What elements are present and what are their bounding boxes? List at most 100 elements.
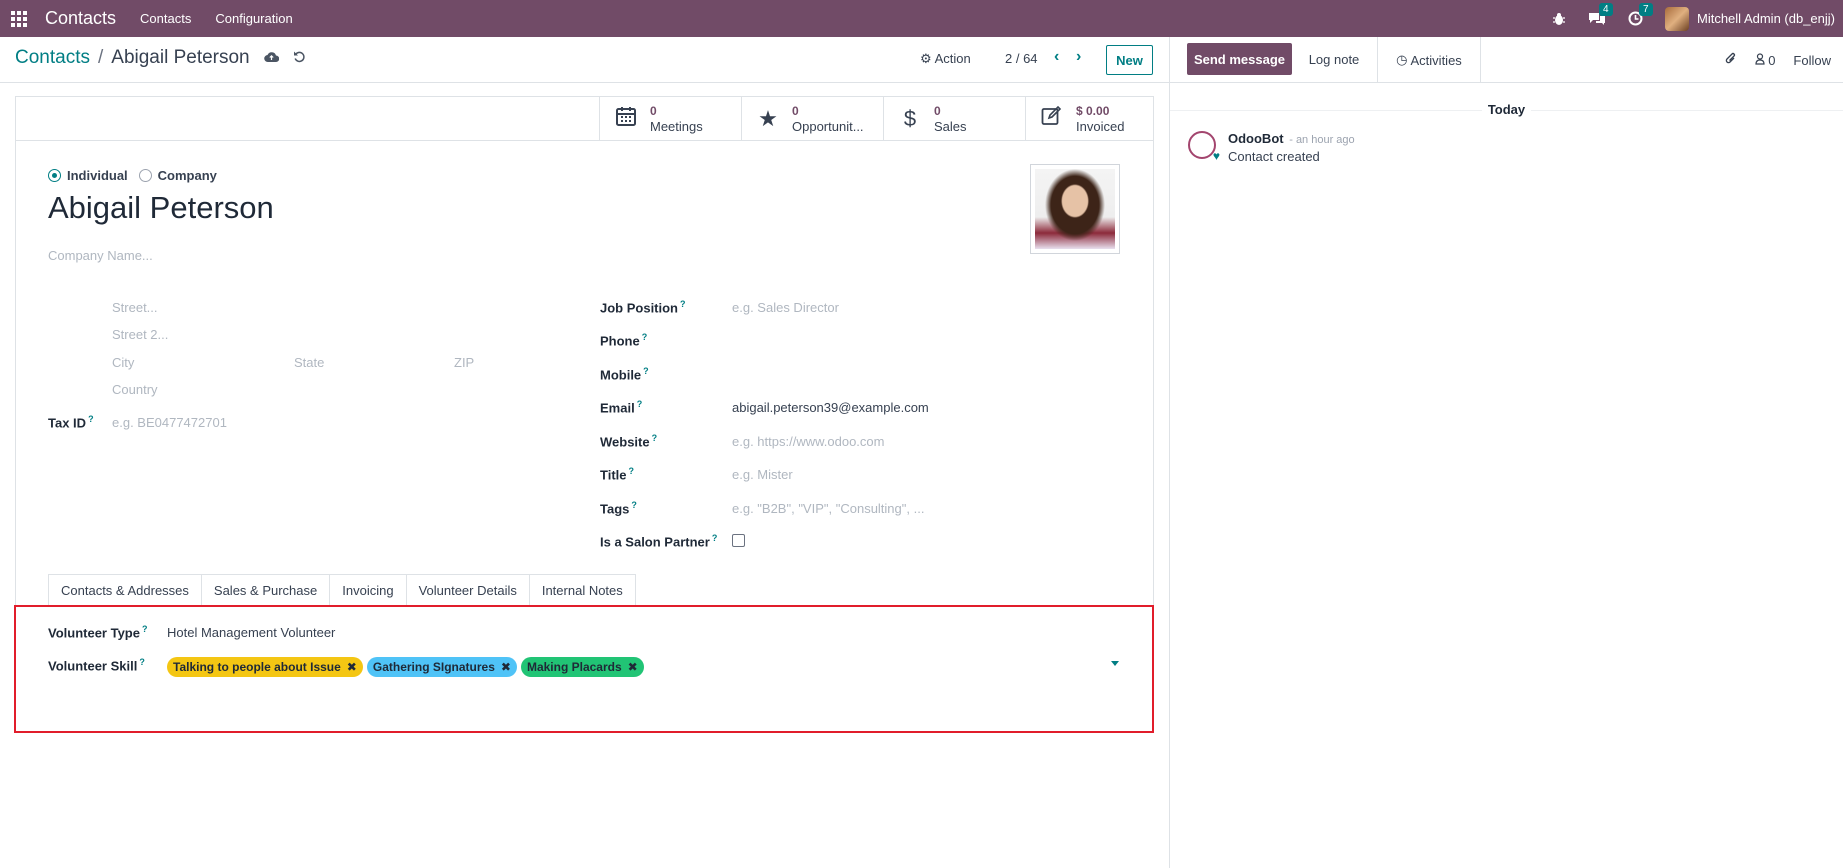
breadcrumb: Contacts / Abigail Peterson bbox=[15, 47, 306, 69]
remove-tag-icon[interactable]: ✖ bbox=[347, 660, 357, 674]
tab-invoicing[interactable]: Invoicing bbox=[329, 574, 407, 605]
remove-tag-icon[interactable]: ✖ bbox=[628, 660, 638, 674]
skill-dropdown-caret-icon[interactable] bbox=[1111, 661, 1119, 666]
opportunities-smart-button[interactable]: ★ 0 Opportunit... bbox=[741, 97, 883, 141]
pager-previous-icon[interactable]: ‹ bbox=[1054, 48, 1059, 66]
follow-button[interactable]: Follow bbox=[1793, 53, 1831, 68]
zip-input[interactable]: ZIP bbox=[454, 355, 474, 370]
salon-partner-label: Is a Salon Partner? bbox=[600, 533, 718, 550]
tax-id-label: Tax ID? bbox=[48, 414, 94, 431]
phone-label: Phone? bbox=[600, 332, 648, 349]
state-select[interactable]: State bbox=[294, 355, 324, 370]
activities-clock-icon[interactable]: 7 bbox=[1628, 3, 1653, 26]
form-view: 0 Meetings ★ 0 Opportunit... $ 0 Sales $… bbox=[0, 84, 1169, 868]
street2-input[interactable]: Street 2... bbox=[112, 327, 168, 342]
top-navbar: Contacts Contacts Configuration 4 7 Mitc… bbox=[0, 0, 1843, 37]
gear-icon: ⚙ bbox=[920, 51, 932, 66]
sales-smart-button[interactable]: $ 0 Sales bbox=[883, 97, 1025, 141]
log-note-button[interactable]: Log note bbox=[1298, 43, 1370, 75]
meetings-label: Meetings bbox=[650, 119, 703, 134]
notebook-tabs: Contacts & Addresses Sales & Purchase In… bbox=[48, 574, 1138, 606]
chatter-topbar: Send message Log note ◷ Activities 0 Fol… bbox=[1170, 37, 1843, 83]
remove-tag-icon[interactable]: ✖ bbox=[501, 660, 511, 674]
user-menu[interactable]: Mitchell Admin (db_enjj) bbox=[1697, 11, 1835, 26]
pager-next-icon[interactable]: › bbox=[1076, 48, 1081, 66]
activities-button[interactable]: ◷ Activities bbox=[1377, 37, 1481, 83]
tax-id-input[interactable]: e.g. BE0477472701 bbox=[112, 415, 227, 430]
followers-count: 0 bbox=[1768, 53, 1776, 68]
company-radio[interactable] bbox=[138, 169, 152, 182]
tags-label: Tags? bbox=[600, 500, 637, 517]
tab-contacts-addresses[interactable]: Contacts & Addresses bbox=[48, 574, 202, 605]
messages-icon[interactable]: 4 bbox=[1588, 3, 1613, 26]
company-label[interactable]: Company bbox=[158, 168, 217, 183]
pager-value[interactable]: 2 / 64 bbox=[1005, 51, 1038, 66]
app-brand[interactable]: Contacts bbox=[45, 8, 116, 29]
message-time: - an hour ago bbox=[1289, 134, 1355, 146]
clock-icon: ◷ bbox=[1396, 52, 1408, 67]
chatter-right-actions: 0 Follow bbox=[1725, 52, 1831, 69]
calendar-icon bbox=[610, 105, 642, 133]
tab-internal-notes[interactable]: Internal Notes bbox=[528, 574, 636, 605]
tags-input[interactable]: e.g. "B2B", "VIP", "Consulting", ... bbox=[732, 501, 924, 516]
tab-sales-purchase[interactable]: Sales & Purchase bbox=[200, 574, 331, 605]
dollar-icon: $ bbox=[903, 106, 917, 131]
partner-name-input[interactable]: Abigail Peterson bbox=[48, 190, 274, 226]
city-input[interactable]: City bbox=[112, 355, 134, 370]
user-avatar[interactable] bbox=[1664, 6, 1689, 31]
company-name-input[interactable]: Company Name... bbox=[48, 248, 153, 263]
menu-configuration[interactable]: Configuration bbox=[215, 11, 292, 26]
mobile-label: Mobile? bbox=[600, 366, 649, 383]
odoobot-avatar bbox=[1188, 131, 1220, 163]
job-position-input[interactable]: e.g. Sales Director bbox=[732, 300, 839, 315]
individual-radio[interactable] bbox=[48, 169, 61, 182]
user-icon bbox=[1754, 53, 1769, 68]
salon-partner-checkbox[interactable] bbox=[732, 534, 745, 547]
message-body: Contact created bbox=[1228, 149, 1320, 164]
skill-tag[interactable]: Making Placards ✖ bbox=[520, 657, 644, 677]
edit-icon bbox=[1036, 105, 1068, 132]
avatar-image bbox=[1035, 169, 1115, 249]
skill-tag[interactable]: Talking to people about Issue ✖ bbox=[167, 657, 363, 677]
message-author[interactable]: OdooBot bbox=[1228, 131, 1284, 146]
meetings-smart-button[interactable]: 0 Meetings bbox=[599, 97, 741, 141]
email-label: Email? bbox=[600, 399, 643, 416]
followers-button[interactable]: 0 bbox=[1754, 53, 1776, 68]
title-label: Title? bbox=[600, 466, 634, 483]
volunteer-skill-tags[interactable]: Talking to people about Issue ✖ Gathering… bbox=[167, 657, 648, 677]
email-input[interactable]: abigail.peterson39@example.com bbox=[732, 400, 929, 415]
send-message-button[interactable]: Send message bbox=[1187, 43, 1292, 75]
tab-volunteer-details[interactable]: Volunteer Details bbox=[405, 574, 530, 606]
discard-undo-icon[interactable] bbox=[293, 50, 306, 66]
new-button[interactable]: New bbox=[1106, 45, 1153, 75]
messages-count-badge: 4 bbox=[1598, 3, 1613, 16]
menu-contacts[interactable]: Contacts bbox=[140, 11, 191, 26]
breadcrumb-contacts-link[interactable]: Contacts bbox=[15, 47, 90, 69]
sales-label: Sales bbox=[934, 119, 967, 134]
invoiced-label: Invoiced bbox=[1076, 119, 1125, 134]
debug-bug-icon[interactable] bbox=[1552, 12, 1566, 26]
date-separator: Today bbox=[1170, 102, 1843, 117]
street-input[interactable]: Street... bbox=[112, 300, 158, 315]
save-cloud-icon[interactable] bbox=[263, 50, 279, 66]
partner-photo[interactable] bbox=[1030, 164, 1120, 254]
breadcrumb-separator: / bbox=[97, 47, 104, 68]
action-menu-button[interactable]: ⚙ Action bbox=[920, 51, 971, 67]
paperclip-icon[interactable] bbox=[1725, 52, 1737, 69]
company-type-radio-group: Individual Company bbox=[48, 168, 217, 183]
website-input[interactable]: e.g. https://www.odoo.com bbox=[732, 434, 884, 449]
website-label: Website? bbox=[600, 433, 658, 450]
individual-label[interactable]: Individual bbox=[67, 168, 128, 183]
opportunities-count: 0 bbox=[792, 104, 799, 118]
skill-tag[interactable]: Gathering SIgnatures ✖ bbox=[366, 657, 517, 677]
invoiced-amount: $ 0.00 bbox=[1076, 104, 1110, 118]
title-select[interactable]: e.g. Mister bbox=[732, 467, 793, 482]
star-icon: ★ bbox=[758, 106, 778, 131]
meetings-count: 0 bbox=[650, 104, 657, 118]
activities-label: Activities bbox=[1410, 52, 1462, 68]
country-select[interactable]: Country bbox=[112, 382, 158, 397]
apps-menu-icon[interactable] bbox=[11, 10, 27, 27]
action-label: Action bbox=[934, 51, 971, 66]
chatter-message: OdooBot - an hour ago Contact created bbox=[1188, 131, 1355, 164]
invoiced-smart-button[interactable]: $ 0.00 Invoiced bbox=[1025, 97, 1153, 141]
